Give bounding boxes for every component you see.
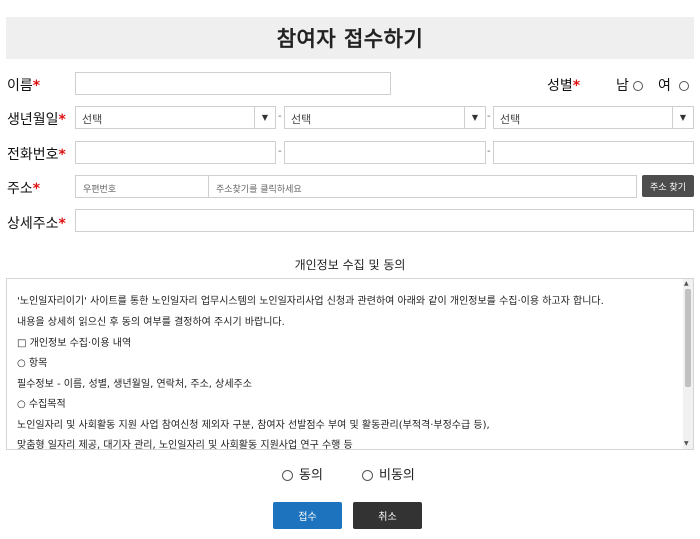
- birth-day-select[interactable]: 선택 ▼: [493, 106, 694, 129]
- birth-label: 생년월일*: [7, 112, 66, 128]
- terms-line: 노인일자리 및 사회활동 지원 사업 참여신청 제외자 구분, 참여자 선발점수…: [17, 420, 490, 431]
- terms-line: 맞춤형 일자리 제공, 대기자 관리, 노인일자리 및 사회활동 지원사업 연구…: [17, 440, 353, 450]
- agree-radio[interactable]: [282, 470, 293, 481]
- phone-part1-input[interactable]: [75, 141, 276, 164]
- scroll-thumb[interactable]: [685, 289, 691, 387]
- phone-part3-input[interactable]: [493, 141, 694, 164]
- terms-line: ○ 항목: [17, 358, 48, 369]
- phone-dash: -: [278, 146, 282, 157]
- submit-button[interactable]: 접수: [273, 502, 342, 529]
- address-search-button[interactable]: 주소 찾기: [642, 175, 694, 197]
- address-detail-label: 상세주소*: [7, 216, 66, 232]
- agree-label: 동의: [299, 468, 323, 483]
- phone-part2-input[interactable]: [284, 141, 486, 164]
- required-mark: *: [572, 78, 581, 94]
- chevron-down-icon[interactable]: ▼: [464, 107, 485, 128]
- terms-line: '노인일자리이기' 사이트를 통한 노인일자리 업무시스템의 노인일자리사업 신…: [17, 296, 604, 307]
- phone-label: 전화번호*: [7, 147, 66, 163]
- birth-dash: -: [487, 111, 491, 122]
- birth-year-value: 선택: [82, 113, 103, 126]
- page-header: 참여자 접수하기: [6, 17, 694, 59]
- gender-female-radio[interactable]: [679, 81, 690, 91]
- required-mark: *: [58, 112, 66, 128]
- cancel-button[interactable]: 취소: [353, 502, 422, 529]
- gender-label: 성별*: [547, 78, 581, 94]
- terms-line: 내용을 상세히 읽으신 후 동의 여부를 결정하여 주시기 바랍니다.: [17, 317, 285, 328]
- address-placeholder: 주소찾기를 클릭하세요: [216, 185, 302, 195]
- privacy-section-title: 개인정보 수집 및 동의: [294, 258, 406, 272]
- privacy-terms-box[interactable]: '노인일자리이기' 사이트를 통한 노인일자리 업무시스템의 노인일자리사업 신…: [6, 278, 694, 450]
- birth-month-select[interactable]: 선택 ▼: [284, 106, 486, 129]
- name-input[interactable]: [75, 72, 391, 95]
- address-detail-input[interactable]: [75, 209, 694, 232]
- scroll-down-icon[interactable]: ▼: [684, 440, 689, 447]
- disagree-radio[interactable]: [362, 470, 373, 481]
- terms-line: □ 개인정보 수집·이용 내역: [17, 338, 132, 349]
- birth-month-value: 선택: [291, 113, 312, 126]
- terms-scrollbar[interactable]: ▲ ▼: [683, 279, 693, 449]
- terms-line: 필수정보 - 이름, 성별, 생년월일, 연락처, 주소, 상세주소: [17, 379, 252, 390]
- disagree-label: 비동의: [379, 468, 415, 483]
- disagree-option[interactable]: 비동의: [362, 464, 415, 483]
- agree-option[interactable]: 동의: [282, 464, 323, 483]
- gender-female-label: 여: [658, 78, 671, 94]
- required-mark: *: [58, 216, 66, 232]
- gender-female-option[interactable]: 여: [658, 75, 690, 95]
- required-mark: *: [58, 147, 66, 163]
- phone-dash: -: [487, 146, 491, 157]
- terms-line: ○ 수집목적: [17, 399, 66, 410]
- required-mark: *: [32, 181, 41, 197]
- gender-male-option[interactable]: 남: [616, 75, 644, 95]
- chevron-down-icon[interactable]: ▼: [672, 107, 693, 128]
- birth-day-value: 선택: [500, 113, 521, 126]
- gender-male-label: 남: [616, 78, 629, 94]
- address-label: 주소*: [7, 181, 41, 197]
- address-input[interactable]: 주소찾기를 클릭하세요: [208, 175, 637, 198]
- gender-male-radio[interactable]: [633, 81, 644, 91]
- chevron-down-icon[interactable]: ▼: [254, 107, 275, 128]
- birth-year-select[interactable]: 선택 ▼: [75, 106, 276, 129]
- page-title: 참여자 접수하기: [276, 27, 424, 51]
- zipcode-placeholder: 우편번호: [83, 185, 117, 195]
- birth-dash: -: [278, 111, 282, 122]
- zipcode-input[interactable]: 우편번호: [75, 175, 209, 198]
- scroll-up-icon[interactable]: ▲: [684, 280, 689, 287]
- name-label: 이름*: [7, 78, 41, 94]
- required-mark: *: [32, 78, 41, 94]
